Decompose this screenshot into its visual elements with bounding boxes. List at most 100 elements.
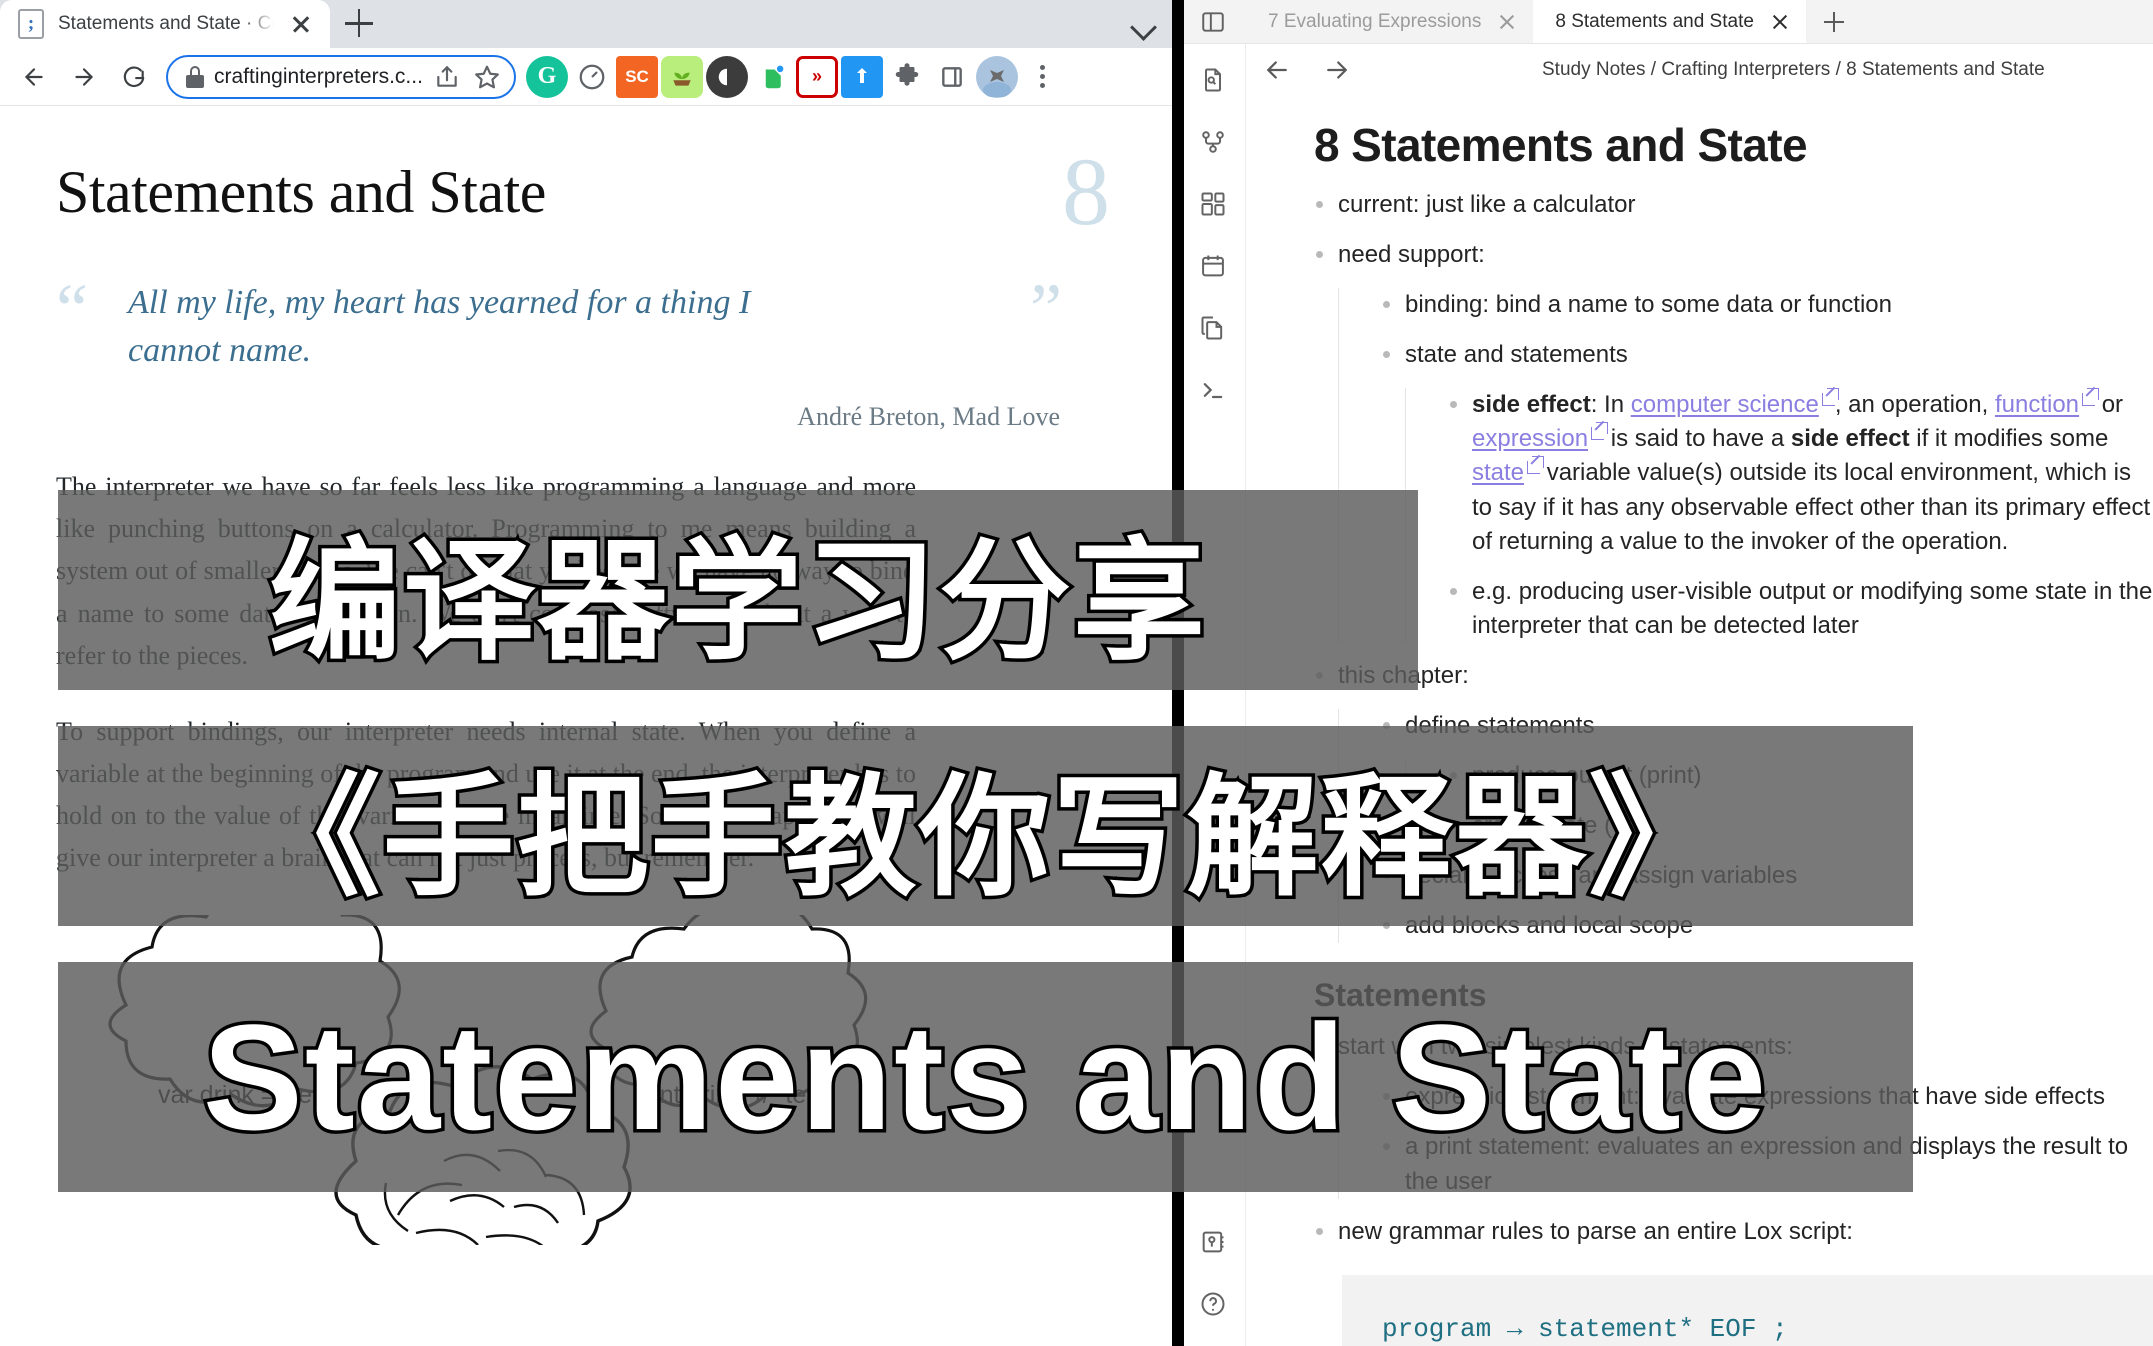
blue-tool-icon[interactable] (841, 55, 883, 98)
text-fragment: variable value(s) outside its local envi… (1472, 459, 2151, 555)
blocks-grid-icon[interactable] (1193, 184, 1233, 224)
list-item[interactable]: e.g. producing user-visible output or mo… (1448, 575, 2153, 643)
chapter-illustration: var drink = "tea"; print drink; // "tea" (56, 915, 1124, 1246)
search-document-icon[interactable] (1193, 60, 1233, 100)
list-item[interactable]: expression statement: evaluate expressio… (1381, 1080, 2153, 1114)
favicon-icon: ; (18, 9, 44, 39)
quote-close-icon: ” (1030, 269, 1062, 349)
sc-extension-icon[interactable]: SC (616, 55, 658, 98)
link-computer-science[interactable]: computer science (1631, 391, 1819, 418)
window-divider (1172, 0, 1184, 1346)
address-bar-url: craftinginterpreters.c... (214, 64, 422, 88)
reload-button[interactable] (110, 53, 158, 101)
profile-avatar-icon[interactable] (976, 55, 1018, 98)
list-item[interactable]: this chapter: define statements produce … (1314, 659, 2153, 944)
side-panel-icon[interactable] (931, 56, 973, 98)
list-item[interactable]: declare, access and assign variables (1381, 859, 2153, 893)
note-sublist: produce output (print) create state (var… (1405, 759, 2153, 844)
page-title: Statements and State (56, 159, 546, 225)
epigraph-text: All my life, my heart has yearned for a … (128, 284, 751, 369)
text-fragment: , an operation, (1834, 391, 1995, 419)
terminal-icon[interactable] (1193, 370, 1233, 410)
list-item-side-effect[interactable]: side effect: In computer science, an ope… (1448, 388, 2153, 558)
close-icon[interactable] (1497, 12, 1517, 32)
code-line: program → statement* EOF ; (1382, 1313, 1788, 1344)
close-icon[interactable] (1770, 12, 1790, 32)
list-item-label: need support: (1338, 241, 1485, 269)
bubble-left-code: var drink = "tea"; (158, 1081, 342, 1109)
breadcrumb[interactable]: Study Notes / Crafting Interpreters / 8 … (1542, 59, 2045, 81)
notes-app-window: 7 Evaluating Expressions 8 Statements an… (1180, 0, 2153, 1346)
text-fragment: if it modifies some (1909, 425, 2109, 453)
page-paragraph-1: The interpreter we have so far feels les… (56, 472, 916, 670)
quote-open-icon: “ (56, 269, 88, 349)
grammar-code-block: program → statement* EOF ; (1342, 1274, 2153, 1346)
list-item-label: define statements (1405, 711, 1595, 739)
external-link-icon (1527, 456, 1545, 475)
link-expression[interactable]: expression (1472, 425, 1588, 452)
list-item-label: this chapter: (1338, 661, 1469, 689)
chevron-down-icon[interactable] (1110, 0, 1180, 48)
notes-tab-label: 7 Evaluating Expressions (1268, 10, 1482, 32)
epigraph-attribution: André Breton, Mad Love (797, 402, 1060, 432)
list-item[interactable]: state and statements side effect: In com… (1381, 338, 2153, 643)
browser-menu-button[interactable] (1021, 56, 1063, 98)
note-outline-statements: start with two simplest kinds of stateme… (1314, 1030, 2153, 1248)
list-item[interactable]: current: just like a calculator (1314, 188, 2153, 222)
close-icon[interactable] (288, 11, 314, 37)
forward-button[interactable] (60, 53, 108, 101)
lock-icon (186, 65, 204, 88)
graph-view-icon[interactable] (1193, 122, 1233, 162)
seedling-icon[interactable] (661, 55, 703, 98)
note-document: 8 Statements and State current: just lik… (1246, 96, 2153, 1346)
note-sublist: expression statement: evaluate expressio… (1338, 1080, 2153, 1199)
link-state[interactable]: state (1472, 459, 1524, 486)
share-icon[interactable] (432, 62, 462, 92)
grammarly-icon[interactable]: G (526, 55, 568, 98)
new-tab-button[interactable] (330, 0, 388, 48)
web-page-content: 8 Statements and State “ ” All my life, … (0, 106, 1180, 1346)
help-circle-icon[interactable] (1193, 1284, 1233, 1324)
browser-toolbar: craftinginterpreters.c... G SC » (0, 48, 1180, 106)
link-function[interactable]: function (1995, 391, 2079, 418)
list-item[interactable]: create state (var) (1448, 809, 2153, 843)
dark-mode-icon[interactable] (706, 55, 748, 98)
browser-tab-active[interactable]: ; Statements and State · Crafting (0, 0, 330, 48)
list-item[interactable]: binding: bind a name to some data or fun… (1381, 288, 2153, 322)
bookmark-star-icon[interactable] (472, 62, 502, 92)
calendar-icon[interactable] (1193, 246, 1233, 286)
extensions-puzzle-icon[interactable] (886, 56, 928, 98)
page-paragraph-2: To support bindings, our interpreter nee… (56, 716, 916, 873)
list-item[interactable]: define statements produce output (print)… (1381, 709, 2153, 844)
sidebar-toggle-icon[interactable] (1180, 0, 1246, 43)
extensions-toolbar: G SC » (526, 55, 1063, 98)
list-item[interactable]: add blocks and local scope (1381, 909, 2153, 943)
browser-window: ; Statements and State · Crafting crafti… (0, 0, 1180, 1346)
list-item[interactable]: produce output (print) (1448, 759, 2153, 793)
back-button[interactable] (10, 53, 58, 101)
speed-dial-icon[interactable] (571, 56, 613, 98)
note-title: 8 Statements and State (1314, 119, 1808, 171)
term-side-effect: side effect (1472, 391, 1591, 419)
notes-tab-inactive[interactable]: 7 Evaluating Expressions (1246, 0, 1534, 43)
list-item[interactable]: new grammar rules to parse an entire Lox… (1314, 1215, 2153, 1249)
external-link-icon (1821, 388, 1839, 407)
fast-forward-icon[interactable]: » (796, 55, 838, 98)
term-side-effect-2: side effect (1790, 425, 1910, 453)
evernote-icon[interactable] (751, 56, 793, 98)
notes-new-tab-button[interactable] (1806, 0, 1862, 43)
note-sublist: define statements produce output (print)… (1338, 708, 2153, 944)
note-sublist: side effect: In computer science, an ope… (1405, 388, 2153, 643)
address-bar[interactable]: craftinginterpreters.c... (166, 54, 516, 99)
note-outline: current: just like a calculator need sup… (1314, 188, 2153, 944)
text-fragment: or (2095, 391, 2124, 419)
list-item[interactable]: a print statement: evaluates an expressi… (1381, 1130, 2153, 1198)
notes-forward-button[interactable] (1322, 55, 1352, 85)
notes-back-button[interactable] (1262, 55, 1292, 85)
list-item[interactable]: start with two simplest kinds of stateme… (1314, 1030, 2153, 1199)
copy-pages-icon[interactable] (1193, 308, 1233, 348)
notes-main-pane: Study Notes / Crafting Interpreters / 8 … (1246, 44, 2153, 1346)
notebook-key-icon[interactable] (1193, 1222, 1233, 1262)
notes-tab-active[interactable]: 8 Statements and State (1533, 0, 1806, 43)
list-item[interactable]: need support: binding: bind a name to so… (1314, 238, 2153, 643)
